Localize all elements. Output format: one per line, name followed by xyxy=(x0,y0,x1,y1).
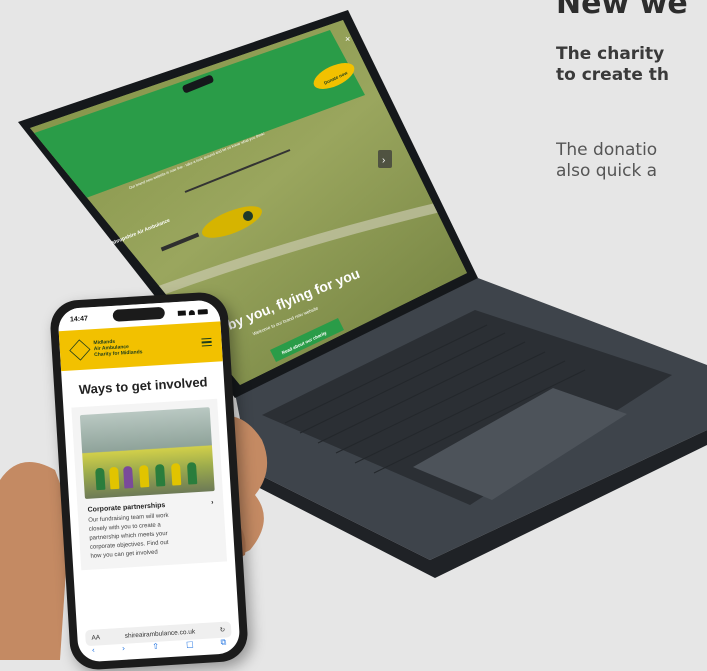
site-logo[interactable]: Midlands Air Ambulance Charity for Midla… xyxy=(69,336,143,361)
tabs-icon[interactable]: ⧉ xyxy=(220,638,227,652)
slider-next-button[interactable]: › xyxy=(378,150,392,168)
status-time: 14:47 xyxy=(69,314,89,324)
involvement-card[interactable]: Corporate partnerships › Our fundraising… xyxy=(71,398,228,571)
reader-mode-icon[interactable]: AA xyxy=(91,634,100,642)
url-text: shireairambulance.co.uk xyxy=(124,627,196,640)
status-icons xyxy=(177,308,208,316)
logo-icon xyxy=(69,339,91,361)
battery-icon xyxy=(197,308,208,315)
group-photo xyxy=(79,407,215,499)
phone-screen: 14:47 Midlands Air Ambulance Charity for… xyxy=(57,299,241,663)
bookmarks-icon[interactable]: □ xyxy=(186,640,194,654)
signal-icon xyxy=(177,309,186,316)
card-description: Our fundraising team will work closely w… xyxy=(88,509,217,562)
hamburger-menu-icon[interactable] xyxy=(201,337,212,347)
logo-text: Midlands Air Ambulance Charity for Midla… xyxy=(93,337,142,358)
smartphone: 14:47 Midlands Air Ambulance Charity for… xyxy=(48,290,250,671)
chevron-right-icon: › xyxy=(382,155,385,166)
page-title: Ways to get involved xyxy=(78,374,208,398)
back-icon[interactable]: ‹ xyxy=(92,646,96,660)
close-icon[interactable]: × xyxy=(345,34,350,44)
reload-icon[interactable]: ↻ xyxy=(220,626,226,634)
site-header: Midlands Air Ambulance Charity for Midla… xyxy=(58,321,223,372)
forward-icon[interactable]: › xyxy=(122,644,126,658)
wifi-icon xyxy=(188,309,195,315)
chevron-right-icon: › xyxy=(210,499,214,507)
